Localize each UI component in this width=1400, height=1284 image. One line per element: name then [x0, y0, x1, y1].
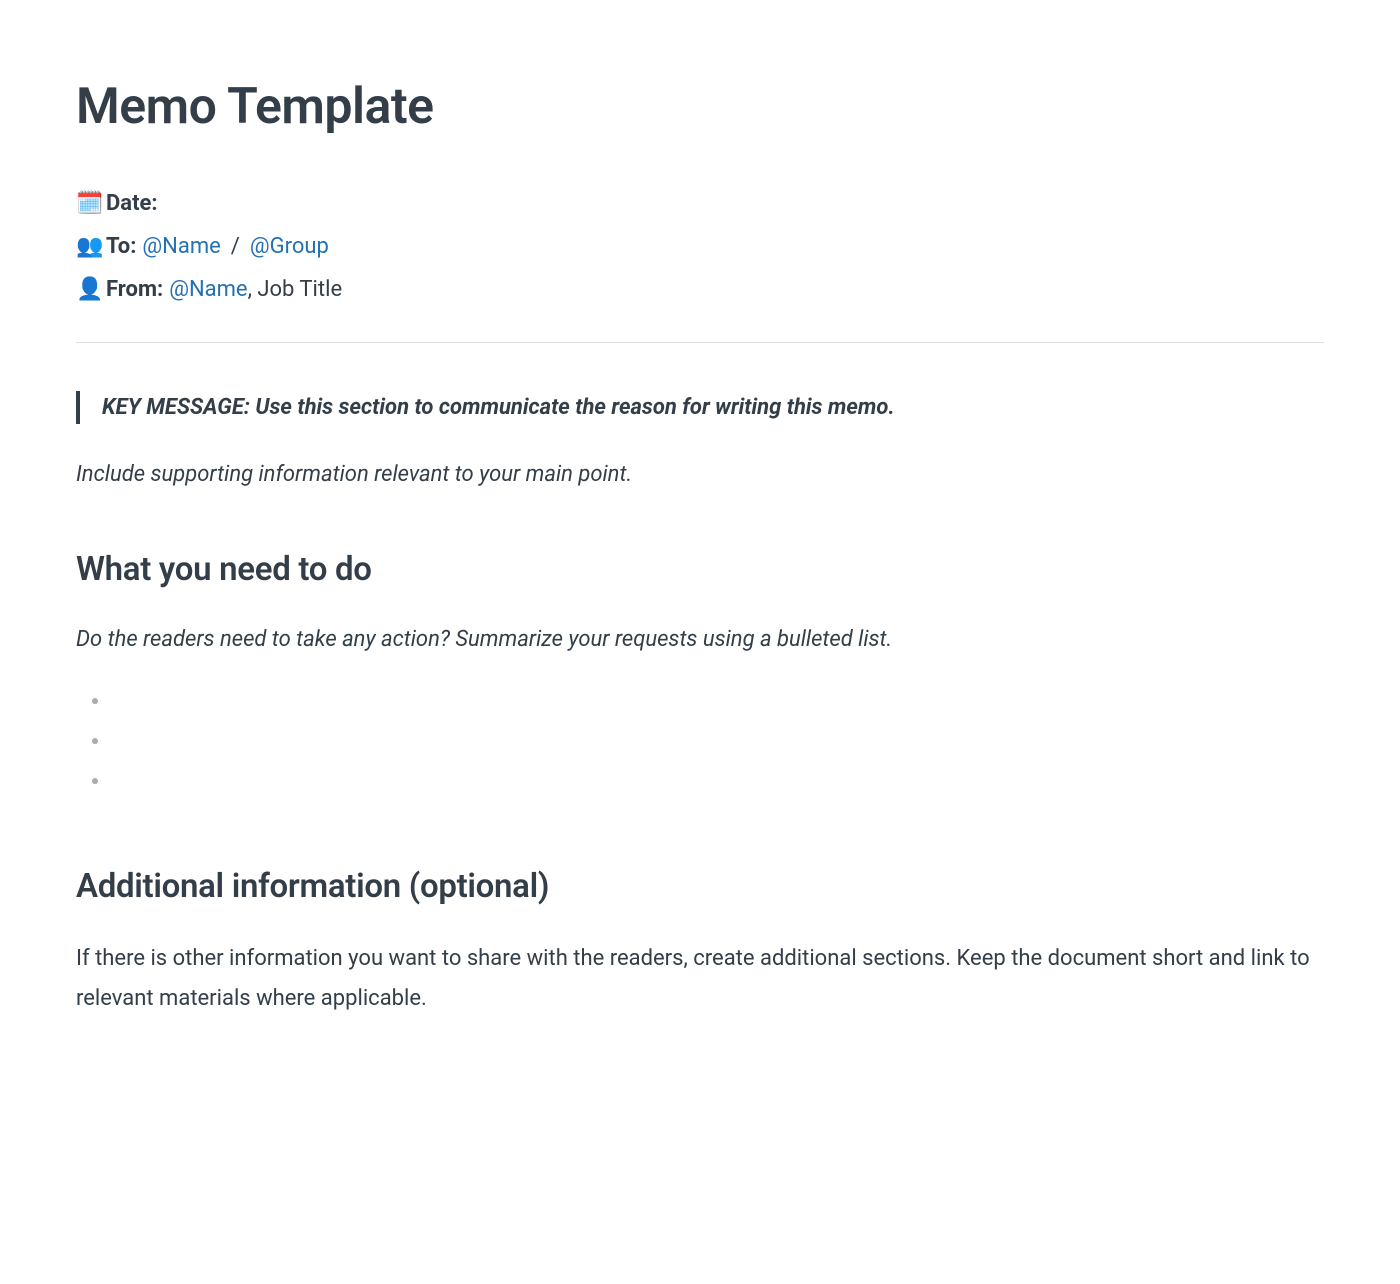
divider [76, 342, 1324, 343]
action-bullet-list [76, 686, 1324, 806]
supporting-text: Include supporting information relevant … [76, 458, 1324, 491]
calendar-icon: 🗓️ [76, 187, 100, 220]
action-prompt-text: Do the readers need to take any action? … [76, 623, 1324, 656]
from-job-title: , Job Title [248, 277, 343, 302]
to-mention-name[interactable]: @Name [142, 230, 220, 263]
date-label: Date: [106, 187, 158, 220]
additional-info-text: If there is other information you want t… [76, 939, 1324, 1018]
person-icon: 👤 [76, 273, 100, 306]
from-mention-name[interactable]: @Name [169, 277, 247, 302]
key-message-block: KEY MESSAGE: Use this section to communi… [76, 391, 1324, 424]
section-heading-additional: Additional information (optional) [76, 862, 1324, 912]
to-separator: / [231, 230, 240, 263]
meta-to-row: 👥 To: @Name / @Group [76, 230, 1324, 263]
list-item[interactable] [92, 766, 1324, 806]
page-title: Memo Template [76, 70, 1324, 145]
people-icon: 👥 [76, 230, 100, 263]
meta-from-row: 👤 From: @Name, Job Title [76, 273, 1324, 306]
section-heading-actions: What you need to do [76, 545, 1324, 595]
to-label: To: [106, 230, 136, 263]
to-mention-group[interactable]: @Group [250, 230, 329, 263]
list-item[interactable] [92, 686, 1324, 726]
key-message-text: KEY MESSAGE: Use this section to communi… [102, 391, 1324, 424]
list-item[interactable] [92, 726, 1324, 766]
from-label: From: [106, 273, 163, 306]
meta-date-row: 🗓️ Date: [76, 187, 1324, 220]
